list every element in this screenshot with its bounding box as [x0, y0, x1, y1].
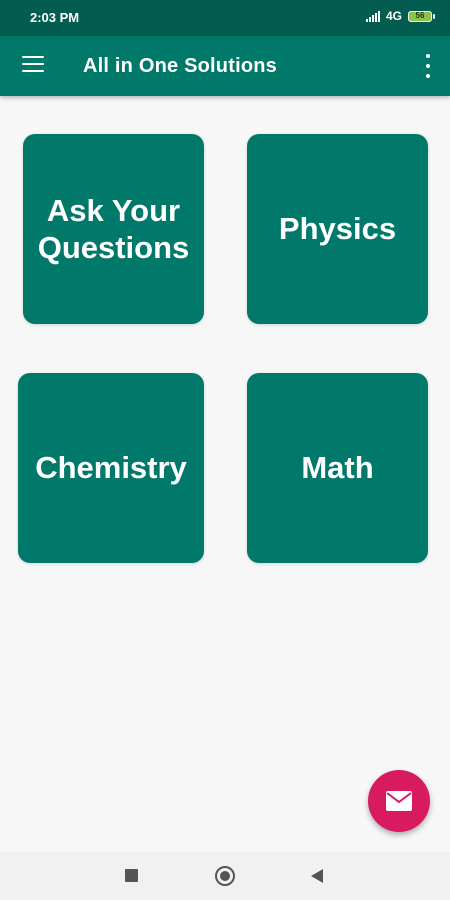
battery-level: 56 — [415, 11, 425, 20]
signal-icon — [365, 10, 380, 22]
ask-label-line2: Questions — [37, 230, 190, 265]
ask-label-line1: Ask Your — [46, 192, 181, 228]
chemistry-tile[interactable]: Chemistry — [18, 373, 204, 563]
back-icon[interactable] — [311, 869, 323, 883]
recent-apps-icon[interactable] — [125, 869, 138, 882]
ask-your-questions-tile[interactable]: Ask Your Questions — [23, 134, 204, 324]
battery-icon: 56 — [408, 10, 435, 22]
math-tile[interactable]: Math — [247, 373, 428, 563]
hamburger-menu-icon[interactable] — [22, 56, 44, 74]
system-nav-bar — [0, 852, 450, 900]
network-type-label: 4G — [385, 9, 402, 23]
physics-tile[interactable]: Physics — [247, 134, 428, 324]
email-fab-button[interactable] — [368, 770, 430, 832]
more-vert-icon[interactable] — [422, 54, 434, 78]
math-label: Math — [301, 450, 374, 486]
status-bar: 2:03 PM 4G 56 — [0, 0, 450, 36]
app-bar: All in One Solutions — [0, 36, 450, 96]
chemistry-label: Chemistry — [35, 450, 187, 486]
email-icon — [386, 791, 412, 811]
status-time: 2:03 PM — [30, 10, 80, 25]
ask-your-questions-label: Ask Your Questions — [38, 192, 190, 266]
home-icon[interactable] — [215, 866, 235, 886]
physics-label: Physics — [278, 211, 397, 247]
status-icons: 4G 56 — [365, 9, 435, 23]
app-title: All in One Solutions — [83, 55, 277, 77]
